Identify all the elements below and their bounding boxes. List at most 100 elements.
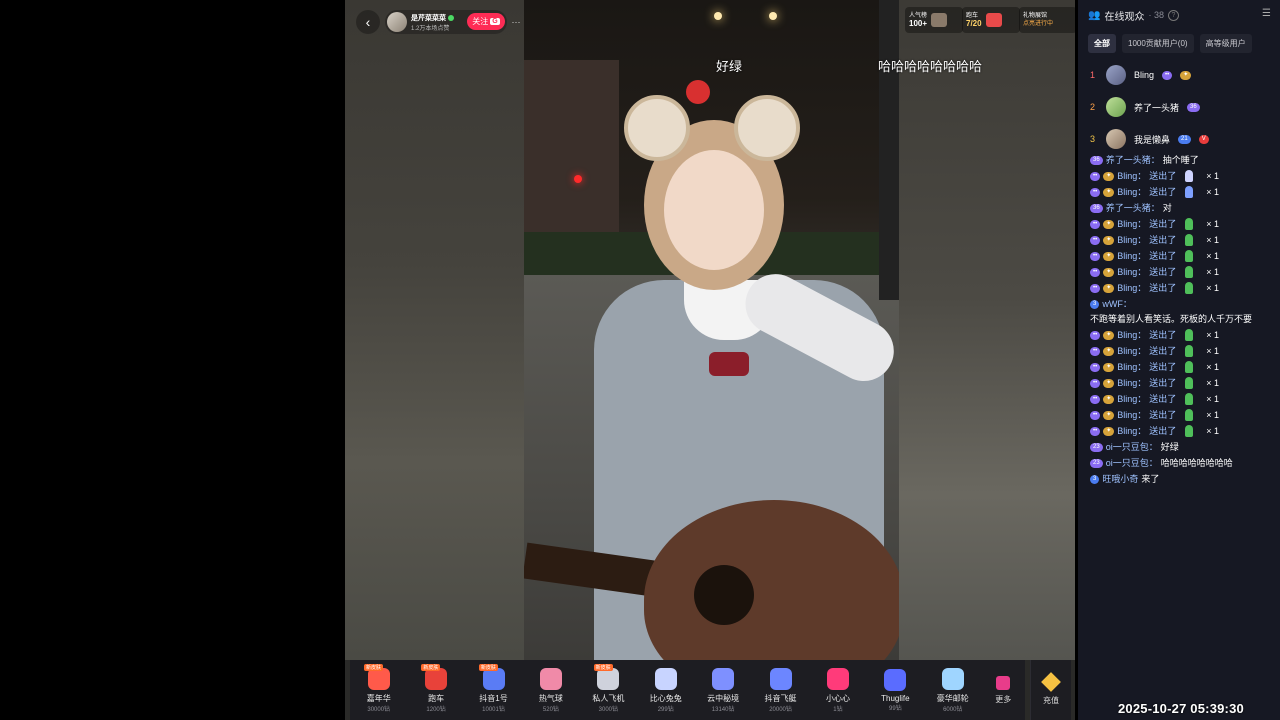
gift-count: × 1 [1206,283,1220,293]
audience-count: · 38 [1148,10,1164,20]
chat-message[interactable]: •• ✦ Bling： 送出了 × 1 [1078,327,1280,343]
more-gifts-button[interactable]: 更多 [981,662,1025,718]
ranking-row[interactable]: 1 Bling •• ✦ [1078,59,1280,91]
fan-badge-icon: ✦ [1103,267,1115,277]
chat-message[interactable]: •• ✦ Bling： 送出了 × 1 [1078,359,1280,375]
chat-message[interactable]: •• ✦ Bling： 送出了 × 1 [1078,248,1280,264]
chat-message[interactable]: •• ✦ Bling： 送出了 × 1 [1078,280,1280,296]
race-car-pill[interactable]: 跑车 7/20 [962,7,1020,33]
ranking-row[interactable]: 3 我是懒鼻 21 V [1078,123,1280,155]
gift-item[interactable]: 小心心 1钻 [809,662,866,718]
chat-message[interactable]: 23 oi一只豆包： 哈哈哈哈哈哈哈哈 [1078,455,1280,471]
chat-username: Bling： [1117,283,1147,293]
more-options-icon[interactable]: ··· [509,13,523,30]
fan-badge: ✦ [1180,70,1192,80]
gift-item[interactable]: 比心兔兔 299钻 [637,662,694,718]
chat-text: 送出了 [1149,219,1177,229]
fan-badge-icon: ✦ [1103,283,1115,293]
back-button[interactable]: ‹ [356,10,380,34]
heart-icon [826,667,849,690]
level-badge: •• [1090,235,1101,245]
new-skin-tag: 新皮肤 [364,664,384,671]
chat-text: 送出了 [1149,330,1177,340]
gift-item[interactable]: 抖音飞艇 20000钻 [752,662,809,718]
chat-message[interactable]: 23 oi一只豆包： 好绿 [1078,439,1280,455]
tab-high-level[interactable]: 高等级用户 [1199,34,1252,53]
new-skin-tag: 新皮肤 [478,664,498,671]
chat-message[interactable]: •• ✦ Bling： 送出了 × 1 [1078,232,1280,248]
chat-message[interactable]: •• ✦ Bling： 送出了 × 1 [1078,391,1280,407]
chat-message[interactable]: •• ✦ Bling： 送出了 × 1 [1078,264,1280,280]
live-video[interactable] [524,0,899,660]
level-badge: •• [1090,251,1101,261]
chat-message[interactable]: •• ✦ Bling： 送出了 × 1 [1078,168,1280,184]
chat-message[interactable]: •• ✦ Bling： 送出了 × 1 [1078,423,1280,439]
chat-text: 送出了 [1149,346,1177,356]
gift-gallery-pill[interactable]: 礼物展馆 点亮进行中 [1019,7,1077,33]
race-value: 7/20 [966,19,982,28]
level-badge: •• [1090,267,1101,277]
follow-button[interactable]: 关注 G [467,13,505,30]
gift-item[interactable]: 新皮肤 抖音1号 10001钻 [465,662,522,718]
cruise-icon [941,667,964,690]
chat-text: 送出了 [1149,283,1177,293]
level-badge: 36 [1090,203,1103,213]
gift-name: 抖音1号 [479,693,508,703]
gift-price: 299钻 [657,706,674,713]
level-badge: •• [1090,171,1101,181]
gift-leaf-icon [1185,218,1194,230]
fan-badge-icon: ✦ [1103,394,1115,404]
chat-message[interactable]: •• ✦ Bling： 送出了 × 1 [1078,375,1280,391]
gift-name: 嘉年华 [366,693,391,703]
chat-message[interactable]: 3 旺哦小奇 来了 [1078,471,1280,487]
chevron-left-icon: ‹ [365,14,371,30]
popularity-rank-pill[interactable]: 人气榜 100+ [905,7,963,33]
fan-group-badge: G [490,18,500,25]
gift-price: 3000钻 [598,706,618,713]
chat-message[interactable]: •• ✦ Bling： 送出了 × 1 [1078,407,1280,423]
timestamp: 2025-10-27 05:39:30 [1118,701,1244,716]
gift-name: Thuglife [881,693,910,703]
chat-message[interactable]: 36 养了一头猪：对 [1078,200,1280,216]
level-badge: 23 [1090,442,1103,452]
gift-count: × 1 [1206,378,1220,388]
tab-top-contributors[interactable]: 1000贡献用户(0) [1122,34,1194,53]
gift-item[interactable]: 热气球 520钻 [522,662,579,718]
gift-gallery-label: 礼物展馆 [1023,13,1048,19]
new-skin-tag: 新皮肤 [421,664,441,671]
gift-price: 6000钻 [943,706,963,713]
gift-item[interactable]: 新皮肤 私人飞机 3000钻 [580,662,637,718]
rank-number: 3 [1090,134,1096,144]
gift-item[interactable]: 新皮肤 嘉年华 30000钻 [350,662,407,718]
chat-message[interactable]: •• ✦ Bling： 送出了 × 1 [1078,184,1280,200]
chat-message[interactable]: 3 wWF： 不跑等着别人看笑话。死板的人千万不要 [1078,296,1280,327]
gift-item[interactable]: Thuglife 99钻 [867,662,924,718]
tab-all[interactable]: 全部 [1088,34,1116,53]
audience-title: 在线观众 [1104,11,1145,23]
chat-message[interactable]: 36 养了一头猪： 抽个睡了 [1078,152,1280,168]
chat-message[interactable]: •• ✦ Bling： 送出了 × 1 [1078,216,1280,232]
gift-name: 豪华邮轮 [936,693,969,703]
chat-username: 养了一头猪： [1105,155,1160,165]
gift-leaf-icon [1185,234,1194,246]
gift-price: 13140钻 [711,706,735,713]
new-skin-tag: 新皮肤 [593,664,613,671]
help-icon[interactable]: ? [1167,9,1179,21]
recharge-button[interactable]: 充值 [1030,660,1071,720]
chat-message[interactable]: •• ✦ Bling： 送出了 × 1 [1078,343,1280,359]
chat-text: 对 [1162,203,1172,213]
chat-text: 送出了 [1149,235,1177,245]
gift-price: 1200钻 [426,706,446,713]
fan-badge-icon: ✦ [1103,346,1115,356]
more-label: 更多 [995,694,1012,704]
gift-item[interactable]: 新皮肤 跑车 1200钻 [407,662,464,718]
gift-item[interactable]: 云中秘境 13140钻 [694,662,751,718]
anchor-avatar[interactable] [387,12,407,32]
collapse-panel-icon[interactable]: ☰ [1262,9,1274,19]
gift-item[interactable]: 豪华邮轮 6000钻 [924,662,981,718]
anchor-name: 是芹菜菜菜 [411,14,446,22]
level-badge: 36 [1090,155,1103,165]
ranking-row[interactable]: 2 养了一头猪 36 [1078,91,1280,123]
chat-username: Bling： [1117,251,1147,261]
vip-badge: V [1198,134,1209,144]
